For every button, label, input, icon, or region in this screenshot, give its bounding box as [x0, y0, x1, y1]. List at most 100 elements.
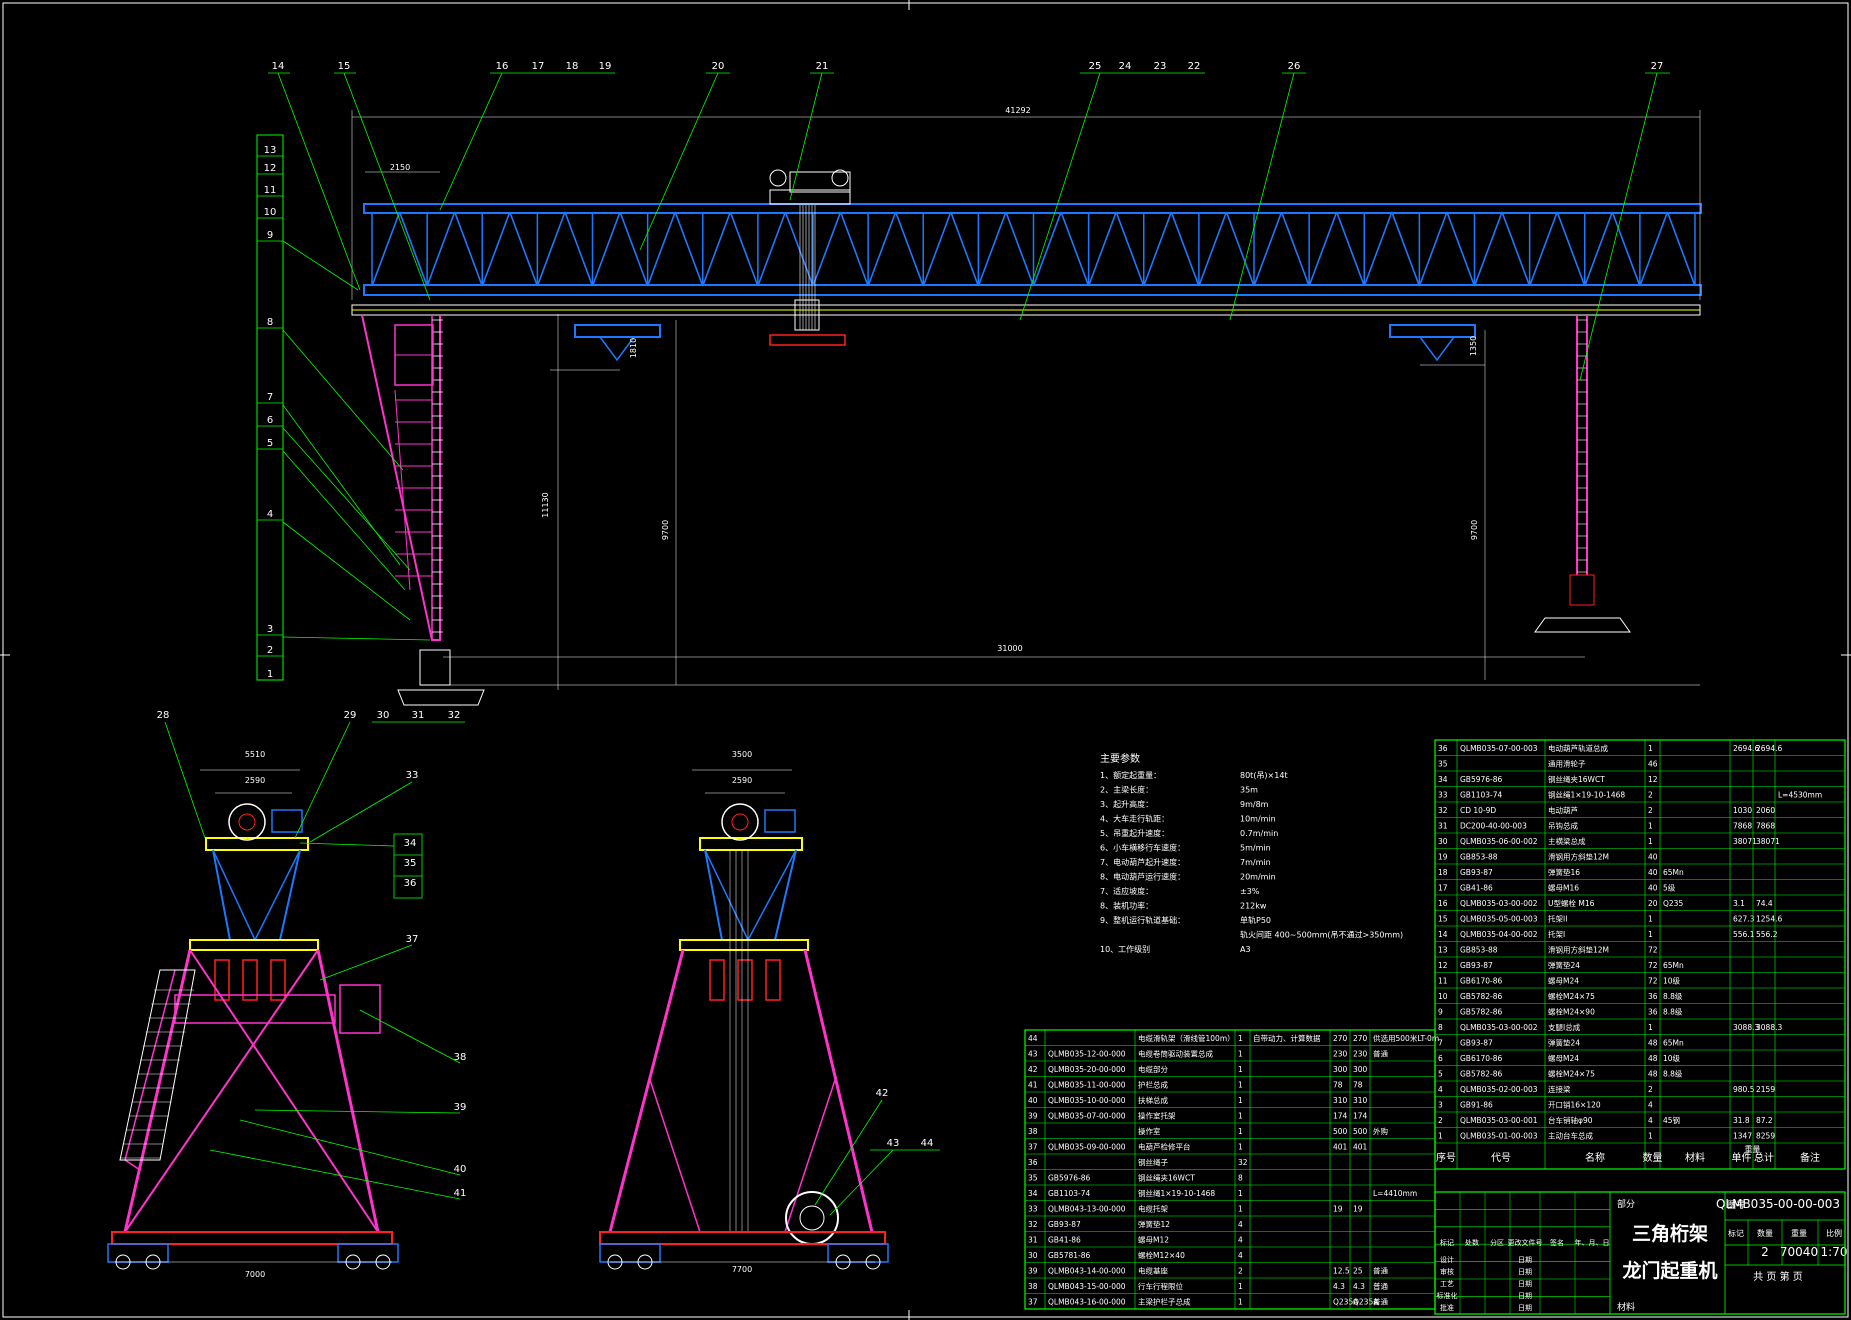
- truss-diagonal: [812, 211, 842, 287]
- param-value: 80t(吊)×14t: [1240, 771, 1288, 780]
- sheet-text: 共 页 第 页: [1753, 1270, 1803, 1283]
- bom-cell: 40: [1648, 868, 1658, 877]
- bom-cell: 4: [1648, 1101, 1653, 1110]
- bom-cell: 230: [1353, 1050, 1368, 1059]
- param-value: A3: [1240, 945, 1251, 954]
- bom-cell: 滑钢用方斜垫12M: [1548, 945, 1609, 955]
- bom-cell: 普通: [1373, 1281, 1389, 1291]
- callout-label: 12: [264, 163, 277, 174]
- params-heading: 主要参数: [1100, 752, 1140, 765]
- bom-header: 数量: [1643, 1151, 1663, 1164]
- spreader-beam: [769, 334, 846, 346]
- bom-cell: QLMB035-09-00-000: [1048, 1143, 1126, 1152]
- truss-diagonal: [1639, 211, 1669, 287]
- bom-cell: 19: [1353, 1205, 1363, 1214]
- title-block: 三角桁架 龙门起重机 QLMB035-00-00-003 2 70040 1:7…: [1434, 1191, 1847, 1315]
- param-key: 9、整机运行轨道基础：: [1100, 915, 1185, 925]
- bom-cell: 35: [1028, 1174, 1038, 1183]
- param-key: 4、大车走行轨距：: [1100, 814, 1169, 824]
- bom-weight-header: 重量: [1745, 1144, 1761, 1154]
- bom-cell: 500: [1353, 1127, 1368, 1136]
- bom-cell: 30: [1438, 837, 1448, 846]
- truss-diagonal: [398, 211, 428, 287]
- truss-diagonal: [977, 211, 1007, 287]
- truss-diagonal: [1501, 211, 1531, 287]
- bom-cell: GB853-88: [1460, 853, 1498, 862]
- truss-diagonal: [922, 211, 952, 287]
- bom-cell: 38: [1028, 1282, 1038, 1291]
- bom-cell: 螺栓M12×40: [1138, 1250, 1185, 1260]
- bom-cell: 87.2: [1756, 1116, 1773, 1125]
- callout-label: 7: [267, 392, 273, 403]
- truss-diagonal: [1584, 211, 1614, 287]
- bom-cell: 42: [1028, 1065, 1038, 1074]
- bom-cell: 通用滑轮子: [1548, 759, 1586, 769]
- bom-cell: 开口销16×120: [1548, 1100, 1601, 1110]
- truss-diagonal: [1032, 211, 1062, 287]
- bom-cell: DC200-40-00-003: [1460, 822, 1527, 831]
- bom-cell: 500: [1333, 1127, 1348, 1136]
- bom-cell: 主动台车总成: [1548, 1131, 1593, 1141]
- truss-diagonal: [757, 211, 787, 287]
- bom-cell: 4: [1438, 1085, 1443, 1094]
- tb-weight-header: 重量: [1791, 1228, 1807, 1238]
- bom-cell: GB5782-86: [1460, 992, 1503, 1001]
- e2-cable-reel: [785, 1191, 839, 1245]
- callout-label: 39: [454, 1102, 467, 1113]
- param-value: ±3%: [1240, 887, 1260, 896]
- e2-hook: [765, 959, 781, 1001]
- bom-cell: 36: [1028, 1158, 1038, 1167]
- bom-cell: 31.8: [1733, 1116, 1750, 1125]
- bom-cell: 38: [1028, 1127, 1038, 1136]
- truss-diagonal: [894, 211, 924, 287]
- bom-cell: 1: [1648, 744, 1653, 753]
- end-view-right: [599, 769, 889, 1270]
- bom-cell: 螺栓M24×75: [1548, 1069, 1595, 1079]
- bom-cell: 1: [1238, 1143, 1243, 1152]
- bom-cell: 3088.3: [1756, 1023, 1782, 1032]
- callout-label: 22: [1188, 61, 1201, 72]
- bom-cell: 钢丝绳1×19-10-1468: [1548, 790, 1625, 800]
- tb-weight-header: 标记: [1728, 1228, 1744, 1238]
- param-value: 7m/min: [1240, 858, 1271, 867]
- bom-right-frame: [1434, 739, 1846, 1170]
- callout-label: 9: [267, 230, 273, 241]
- bom-cell: CD 10-9D: [1460, 806, 1496, 815]
- truss-diagonal: [1391, 211, 1421, 287]
- bom-cell: 48: [1648, 1039, 1658, 1048]
- callout-label: 30: [377, 710, 390, 721]
- bom-cell: 1: [1648, 837, 1653, 846]
- dim-end-width-inner: 2590: [245, 776, 265, 785]
- bom-cell: 39: [1028, 1267, 1038, 1276]
- bom-cell: 普通: [1373, 1266, 1389, 1276]
- bom-cell: 72: [1648, 977, 1658, 986]
- bom-cell: 230: [1333, 1050, 1348, 1059]
- bom-cell: 1: [1648, 915, 1653, 924]
- bom-cell: QLMB035-07-00-000: [1048, 1112, 1126, 1121]
- bom-cell: 电缆滑轨架（滑线管100m）: [1138, 1033, 1235, 1043]
- bom-cell: 10: [1438, 992, 1448, 1001]
- bom-cell: 174: [1333, 1112, 1348, 1121]
- drawing-title-line1: 三角桁架: [1632, 1222, 1708, 1245]
- drawing-quantity: 2: [1761, 1245, 1769, 1259]
- bom-cell: 外购: [1373, 1126, 1388, 1136]
- bom-cell: 37: [1028, 1298, 1038, 1307]
- bom-cell: 1: [1238, 1081, 1243, 1090]
- e2-hook: [737, 959, 753, 1001]
- bom-cell: GB853-88: [1460, 946, 1498, 955]
- callout-label: 2: [267, 645, 273, 656]
- bom-cell: 电动葫芦: [1548, 805, 1578, 815]
- bom-cell: QLMB035-01-00-003: [1460, 1132, 1538, 1141]
- e2-cable-drum: [721, 803, 759, 841]
- callout-label: 23: [1154, 61, 1167, 72]
- param-key: 7、电动葫芦起升速度：: [1100, 857, 1185, 867]
- bom-cell: 72: [1648, 946, 1658, 955]
- bom-cell: 钢丝绳子: [1138, 1157, 1168, 1167]
- bom-cell: 40: [1648, 884, 1658, 893]
- callout-label: 41: [454, 1188, 467, 1199]
- bom-cell: GB1103-74: [1048, 1189, 1091, 1198]
- tb-sign-label: 审核: [1440, 1267, 1454, 1276]
- bom-cell: GB5782-86: [1460, 1008, 1503, 1017]
- bom-cell: 270: [1333, 1034, 1348, 1043]
- truss-diagonal: [619, 211, 649, 287]
